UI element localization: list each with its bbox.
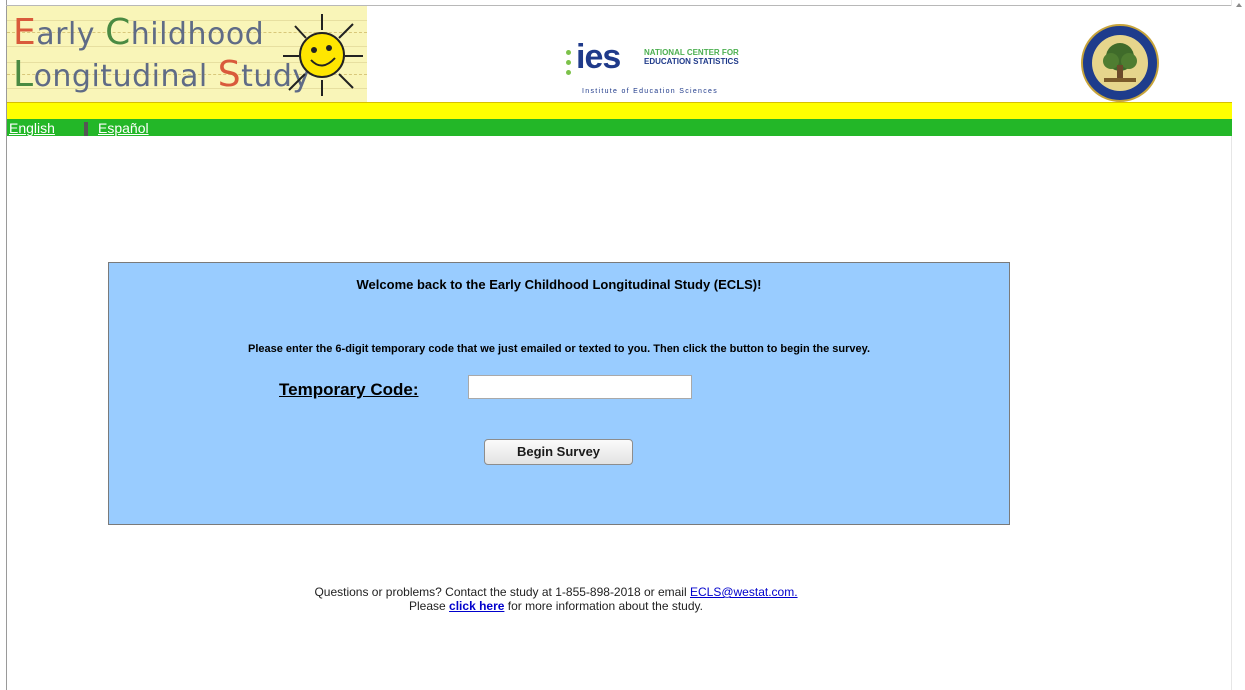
department-of-education-seal-icon — [1081, 24, 1159, 102]
footer-contact-line: Questions or problems? Contact the study… — [314, 585, 798, 599]
welcome-heading: Welcome back to the Early Childhood Long… — [356, 277, 762, 292]
temporary-code-input[interactable] — [468, 375, 692, 399]
site-header: Early Childhood Longitudinal Study ies N… — [7, 6, 1232, 102]
ecls-logo-line-2: Longitudinal Study — [13, 54, 311, 95]
sun-icon — [283, 14, 363, 96]
english-link[interactable]: English — [9, 120, 55, 136]
login-panel: Welcome back to the Early Childhood Long… — [108, 262, 1010, 525]
ecls-logo-line-1: Early Childhood — [13, 12, 265, 53]
ecls-logo: Early Childhood Longitudinal Study — [7, 6, 367, 102]
header-yellow-bar — [7, 102, 1232, 119]
scroll-up-arrow-icon[interactable] — [1236, 3, 1242, 7]
language-separator — [84, 122, 88, 136]
vertical-scrollbar[interactable] — [1231, 0, 1245, 690]
instructions-text: Please enter the 6-digit temporary code … — [247, 343, 871, 355]
ies-logo: ies NATIONAL CENTER FOR EDUCATION STATIS… — [554, 36, 754, 96]
ies-institute-label: Institute of Education Sciences — [582, 88, 719, 95]
temporary-code-label: Temporary Code: — [279, 380, 419, 399]
begin-survey-button[interactable]: Begin Survey — [484, 439, 633, 465]
nces-label: NATIONAL CENTER FOR EDUCATION STATISTICS — [644, 48, 739, 66]
email-link[interactable]: ECLS@westat.com. — [690, 585, 798, 599]
click-here-link[interactable]: click here — [449, 599, 504, 613]
ies-logo-word: ies — [576, 38, 621, 76]
footer: Questions or problems? Contact the study… — [0, 585, 1112, 613]
espanol-link[interactable]: Español — [98, 120, 149, 136]
language-bar: English Español — [7, 119, 1232, 136]
footer-info-line: Please click here for more information a… — [409, 599, 703, 613]
